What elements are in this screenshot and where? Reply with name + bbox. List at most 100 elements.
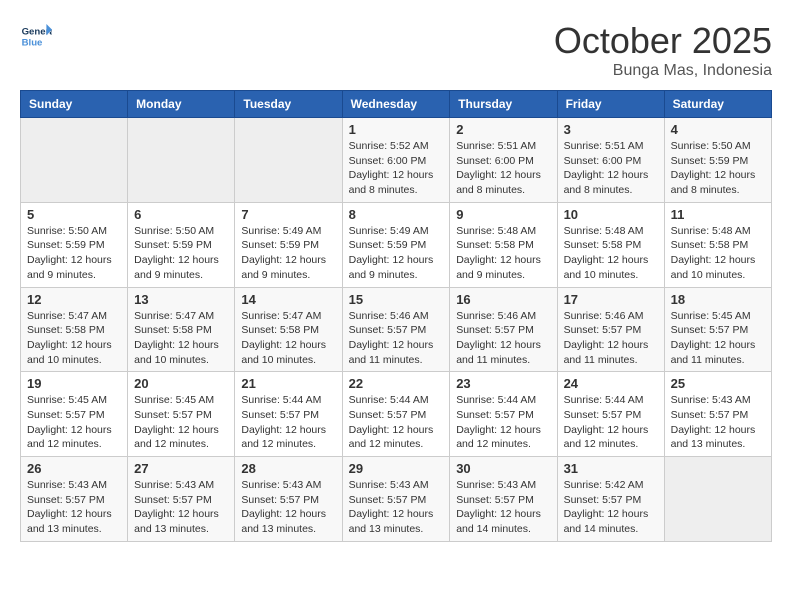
header-thursday: Thursday [450,91,557,118]
day-info: Sunrise: 5:46 AMSunset: 5:57 PMDaylight:… [564,309,658,368]
day-number: 28 [241,461,335,476]
day-cell: 13 Sunrise: 5:47 AMSunset: 5:58 PMDaylig… [128,287,235,372]
day-info: Sunrise: 5:44 AMSunset: 5:57 PMDaylight:… [456,393,550,452]
day-cell: 10 Sunrise: 5:48 AMSunset: 5:58 PMDaylig… [557,202,664,287]
week-row-4: 19 Sunrise: 5:45 AMSunset: 5:57 PMDaylig… [21,372,772,457]
day-number: 31 [564,461,658,476]
day-info: Sunrise: 5:45 AMSunset: 5:57 PMDaylight:… [27,393,121,452]
header-wednesday: Wednesday [342,91,450,118]
day-number: 12 [27,292,121,307]
day-number: 18 [671,292,765,307]
header-monday: Monday [128,91,235,118]
day-cell: 11 Sunrise: 5:48 AMSunset: 5:58 PMDaylig… [664,202,771,287]
day-number: 17 [564,292,658,307]
day-number: 2 [456,122,550,137]
day-number: 8 [349,207,444,222]
day-number: 3 [564,122,658,137]
day-cell: 9 Sunrise: 5:48 AMSunset: 5:58 PMDayligh… [450,202,557,287]
day-number: 15 [349,292,444,307]
day-number: 14 [241,292,335,307]
day-info: Sunrise: 5:44 AMSunset: 5:57 PMDaylight:… [241,393,335,452]
day-number: 21 [241,376,335,391]
day-cell: 8 Sunrise: 5:49 AMSunset: 5:59 PMDayligh… [342,202,450,287]
day-number: 16 [456,292,550,307]
day-info: Sunrise: 5:43 AMSunset: 5:57 PMDaylight:… [671,393,765,452]
day-number: 7 [241,207,335,222]
day-number: 6 [134,207,228,222]
day-number: 29 [349,461,444,476]
day-cell: 29 Sunrise: 5:43 AMSunset: 5:57 PMDaylig… [342,457,450,542]
day-cell: 25 Sunrise: 5:43 AMSunset: 5:57 PMDaylig… [664,372,771,457]
day-cell: 31 Sunrise: 5:42 AMSunset: 5:57 PMDaylig… [557,457,664,542]
day-info: Sunrise: 5:50 AMSunset: 5:59 PMDaylight:… [27,224,121,283]
day-info: Sunrise: 5:48 AMSunset: 5:58 PMDaylight:… [456,224,550,283]
week-row-1: 1 Sunrise: 5:52 AMSunset: 6:00 PMDayligh… [21,118,772,203]
day-cell: 2 Sunrise: 5:51 AMSunset: 6:00 PMDayligh… [450,118,557,203]
weekday-header-row: SundayMondayTuesdayWednesdayThursdayFrid… [21,91,772,118]
day-info: Sunrise: 5:45 AMSunset: 5:57 PMDaylight:… [671,309,765,368]
logo: General Blue [20,20,52,52]
day-cell [664,457,771,542]
header-sunday: Sunday [21,91,128,118]
day-number: 9 [456,207,550,222]
day-cell: 16 Sunrise: 5:46 AMSunset: 5:57 PMDaylig… [450,287,557,372]
week-row-2: 5 Sunrise: 5:50 AMSunset: 5:59 PMDayligh… [21,202,772,287]
day-cell: 20 Sunrise: 5:45 AMSunset: 5:57 PMDaylig… [128,372,235,457]
day-info: Sunrise: 5:52 AMSunset: 6:00 PMDaylight:… [349,139,444,198]
day-info: Sunrise: 5:49 AMSunset: 5:59 PMDaylight:… [241,224,335,283]
day-cell [128,118,235,203]
day-cell: 22 Sunrise: 5:44 AMSunset: 5:57 PMDaylig… [342,372,450,457]
day-number: 25 [671,376,765,391]
day-cell: 19 Sunrise: 5:45 AMSunset: 5:57 PMDaylig… [21,372,128,457]
day-info: Sunrise: 5:46 AMSunset: 5:57 PMDaylight:… [456,309,550,368]
day-number: 5 [27,207,121,222]
day-cell: 15 Sunrise: 5:46 AMSunset: 5:57 PMDaylig… [342,287,450,372]
day-info: Sunrise: 5:47 AMSunset: 5:58 PMDaylight:… [241,309,335,368]
day-number: 4 [671,122,765,137]
day-number: 19 [27,376,121,391]
day-cell [21,118,128,203]
day-cell: 18 Sunrise: 5:45 AMSunset: 5:57 PMDaylig… [664,287,771,372]
day-cell: 3 Sunrise: 5:51 AMSunset: 6:00 PMDayligh… [557,118,664,203]
day-number: 27 [134,461,228,476]
day-number: 1 [349,122,444,137]
day-cell: 12 Sunrise: 5:47 AMSunset: 5:58 PMDaylig… [21,287,128,372]
day-number: 23 [456,376,550,391]
day-cell: 5 Sunrise: 5:50 AMSunset: 5:59 PMDayligh… [21,202,128,287]
day-info: Sunrise: 5:43 AMSunset: 5:57 PMDaylight:… [349,478,444,537]
day-info: Sunrise: 5:46 AMSunset: 5:57 PMDaylight:… [349,309,444,368]
day-cell: 17 Sunrise: 5:46 AMSunset: 5:57 PMDaylig… [557,287,664,372]
header-saturday: Saturday [664,91,771,118]
day-info: Sunrise: 5:44 AMSunset: 5:57 PMDaylight:… [564,393,658,452]
header: General Blue October 2025 Bunga Mas, Ind… [20,20,772,80]
day-info: Sunrise: 5:47 AMSunset: 5:58 PMDaylight:… [27,309,121,368]
day-info: Sunrise: 5:50 AMSunset: 5:59 PMDaylight:… [134,224,228,283]
day-cell: 30 Sunrise: 5:43 AMSunset: 5:57 PMDaylig… [450,457,557,542]
day-cell: 26 Sunrise: 5:43 AMSunset: 5:57 PMDaylig… [21,457,128,542]
day-info: Sunrise: 5:43 AMSunset: 5:57 PMDaylight:… [27,478,121,537]
day-info: Sunrise: 5:43 AMSunset: 5:57 PMDaylight:… [456,478,550,537]
day-number: 10 [564,207,658,222]
day-info: Sunrise: 5:48 AMSunset: 5:58 PMDaylight:… [564,224,658,283]
day-cell: 23 Sunrise: 5:44 AMSunset: 5:57 PMDaylig… [450,372,557,457]
day-info: Sunrise: 5:45 AMSunset: 5:57 PMDaylight:… [134,393,228,452]
day-number: 24 [564,376,658,391]
location: Bunga Mas, Indonesia [554,62,772,80]
day-info: Sunrise: 5:49 AMSunset: 5:59 PMDaylight:… [349,224,444,283]
logo-icon: General Blue [20,20,52,52]
day-cell: 24 Sunrise: 5:44 AMSunset: 5:57 PMDaylig… [557,372,664,457]
header-friday: Friday [557,91,664,118]
title-area: October 2025 Bunga Mas, Indonesia [554,20,772,80]
week-row-3: 12 Sunrise: 5:47 AMSunset: 5:58 PMDaylig… [21,287,772,372]
day-cell [235,118,342,203]
day-number: 30 [456,461,550,476]
week-row-5: 26 Sunrise: 5:43 AMSunset: 5:57 PMDaylig… [21,457,772,542]
day-number: 22 [349,376,444,391]
day-cell: 21 Sunrise: 5:44 AMSunset: 5:57 PMDaylig… [235,372,342,457]
day-info: Sunrise: 5:44 AMSunset: 5:57 PMDaylight:… [349,393,444,452]
svg-text:Blue: Blue [22,38,43,49]
month-title: October 2025 [554,20,772,62]
day-info: Sunrise: 5:51 AMSunset: 6:00 PMDaylight:… [456,139,550,198]
day-info: Sunrise: 5:51 AMSunset: 6:00 PMDaylight:… [564,139,658,198]
day-cell: 27 Sunrise: 5:43 AMSunset: 5:57 PMDaylig… [128,457,235,542]
